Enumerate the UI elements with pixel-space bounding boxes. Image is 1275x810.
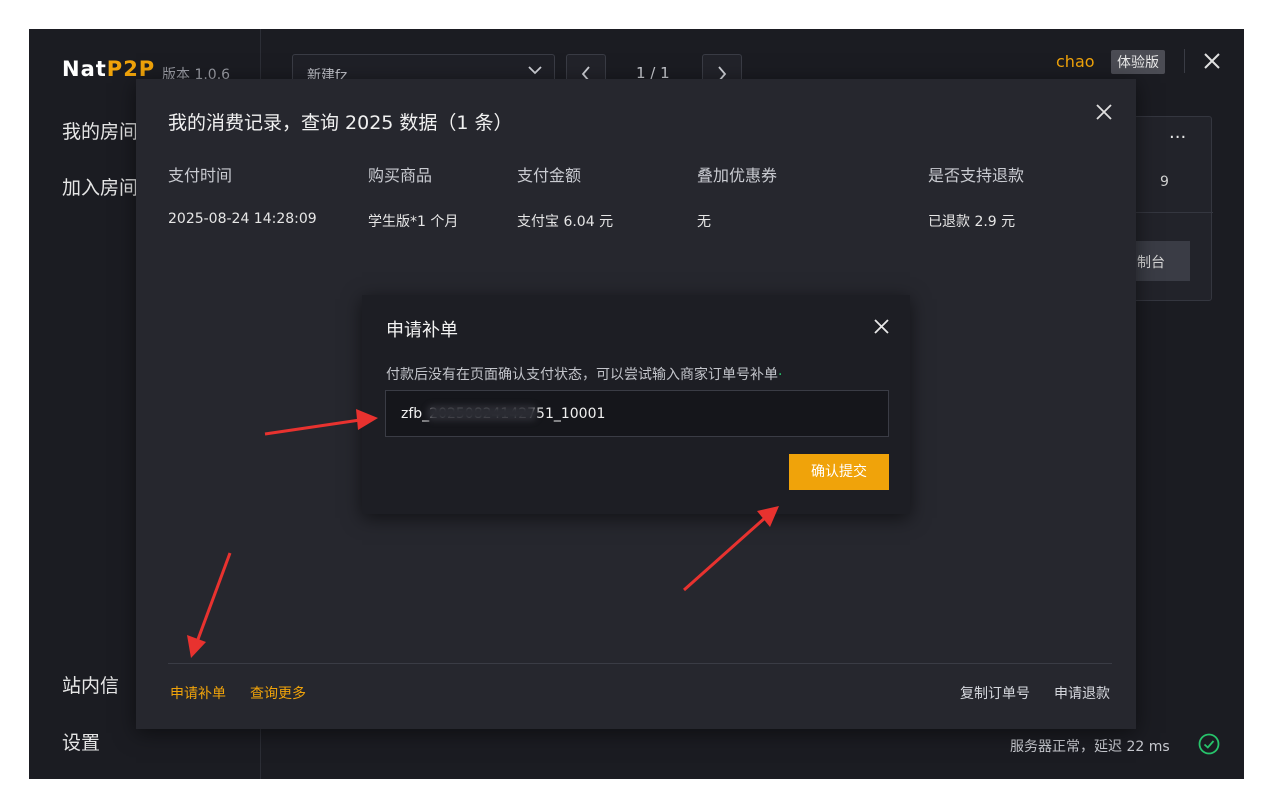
app-logo: NatP2P bbox=[62, 57, 155, 81]
logo-text: Nat bbox=[62, 57, 107, 81]
plan-badge: 体验版 bbox=[1111, 50, 1165, 74]
query-more-link[interactable]: 查询更多 bbox=[250, 683, 306, 703]
check-circle-icon bbox=[1198, 733, 1220, 755]
divider bbox=[168, 663, 1112, 664]
dialog-title: 申请补单 bbox=[386, 320, 458, 341]
divider bbox=[1184, 49, 1185, 73]
room-card-info: 9 bbox=[1160, 174, 1169, 190]
column-header-coupon: 叠加优惠券 bbox=[697, 166, 778, 185]
dialog-description-text: 付款后没有在页面确认支付状态，可以尝试输入商家订单号补单 bbox=[386, 367, 778, 383]
copy-order-number-link[interactable]: 复制订单号 bbox=[960, 683, 1030, 703]
table-cell-amount: 支付宝 6.04 元 bbox=[517, 214, 614, 230]
app-window: NatP2P 版本 1.0.6 我的房间 加入房间 站内信 设置 新建fz 1 … bbox=[29, 29, 1244, 779]
chevron-down-icon bbox=[528, 66, 542, 75]
sidebar-item-join-room[interactable]: 加入房间 bbox=[62, 173, 138, 200]
dialog-description: 付款后没有在页面确认支付状态，可以尝试输入商家订单号补单· bbox=[386, 364, 782, 384]
more-menu-icon[interactable]: ··· bbox=[1169, 127, 1186, 148]
redaction-blur bbox=[427, 405, 537, 421]
dialog-close-icon[interactable] bbox=[874, 319, 889, 334]
table-cell-product: 学生版*1 个月 bbox=[368, 214, 459, 230]
logo-accent-text: P2P bbox=[106, 57, 156, 81]
apply-makeup-order-link[interactable]: 申请补单 bbox=[170, 683, 226, 703]
table-cell-pay-time: 2025-08-24 14:28:09 bbox=[168, 211, 317, 227]
apply-refund-link[interactable]: 申请退款 bbox=[1054, 683, 1110, 703]
column-header-pay-time: 支付时间 bbox=[168, 166, 233, 185]
table-cell-refund: 已退款 2.9 元 bbox=[928, 214, 1016, 230]
column-header-product: 购买商品 bbox=[368, 166, 433, 185]
column-header-amount: 支付金额 bbox=[517, 166, 582, 185]
server-status-text: 服务器正常，延迟 22 ms bbox=[1010, 739, 1170, 755]
sidebar-item-settings[interactable]: 设置 bbox=[62, 728, 100, 755]
confirm-submit-button[interactable]: 确认提交 bbox=[789, 454, 889, 490]
sidebar-item-my-rooms[interactable]: 我的房间 bbox=[62, 117, 138, 144]
modal-title: 我的消费记录，查询 2025 数据（1 条） bbox=[168, 112, 513, 134]
username[interactable]: chao bbox=[1056, 52, 1095, 71]
required-dot: · bbox=[778, 367, 783, 383]
column-header-refundable: 是否支持退款 bbox=[928, 166, 1025, 185]
window-close-icon[interactable] bbox=[1202, 51, 1222, 71]
modal-close-icon[interactable] bbox=[1096, 104, 1112, 120]
makeup-order-dialog: 申请补单 付款后没有在页面确认支付状态，可以尝试输入商家订单号补单· 确认提交 bbox=[362, 295, 910, 514]
sidebar-item-messages[interactable]: 站内信 bbox=[62, 671, 119, 698]
table-cell-coupon: 无 bbox=[697, 214, 711, 230]
